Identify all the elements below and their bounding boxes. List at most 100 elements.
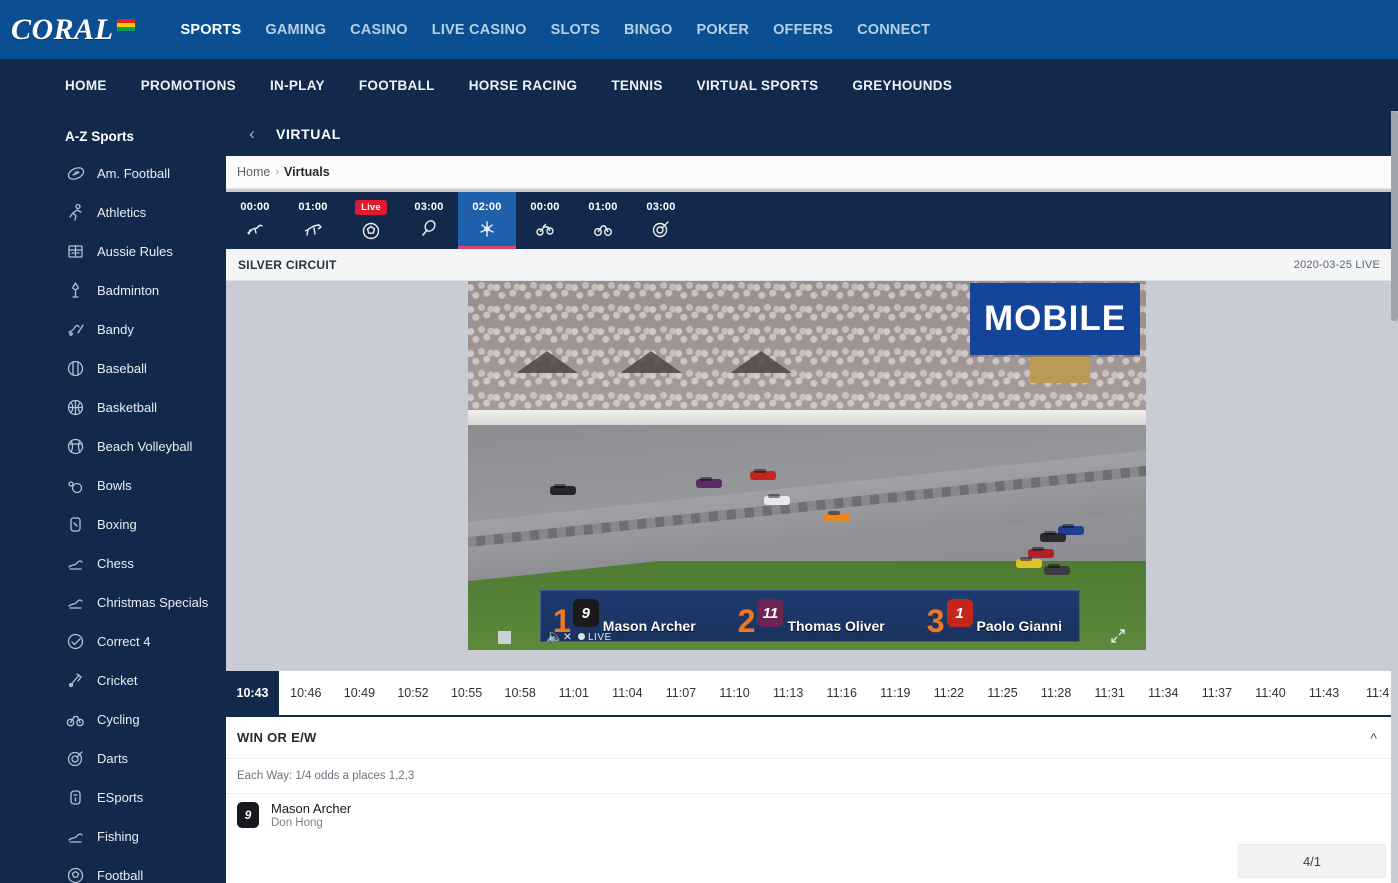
meeting-date: 2020-03-25 bbox=[1293, 258, 1353, 271]
sidebar-item-beach-volleyball[interactable]: Beach Volleyball bbox=[48, 427, 226, 466]
race-time-1119[interactable]: 11:19 bbox=[869, 671, 923, 715]
top-nav-item-connect[interactable]: CONNECT bbox=[845, 22, 942, 38]
leaderboard-position: 3 bbox=[926, 602, 945, 639]
sidebar-item-bandy[interactable]: Bandy bbox=[48, 310, 226, 349]
sub-nav-item-virtual-sports[interactable]: VIRTUAL SPORTS bbox=[680, 78, 836, 93]
speedway-icon bbox=[534, 218, 556, 240]
sidebar-item-correct-4[interactable]: Correct 4 bbox=[48, 622, 226, 661]
sidebar-item-chess[interactable]: Chess bbox=[48, 544, 226, 583]
top-nav-item-casino[interactable]: CASINO bbox=[338, 22, 420, 38]
sidebar-item-christmas-specials[interactable]: Christmas Specials bbox=[48, 583, 226, 622]
race-time-1104[interactable]: 11:04 bbox=[601, 671, 655, 715]
sidebar-item-esports[interactable]: ESports bbox=[48, 778, 226, 817]
sidebar-item-am-football[interactable]: Am. Football bbox=[48, 154, 226, 193]
page-scrollbar[interactable] bbox=[1391, 111, 1398, 883]
sidebar-item-boxing[interactable]: Boxing bbox=[48, 505, 226, 544]
sidebar: A-Z Sports Am. Football Athletics Aussie R… bbox=[48, 111, 226, 883]
event-tab-6[interactable]: 01:00 bbox=[574, 192, 632, 249]
scrollbar-thumb[interactable] bbox=[1391, 111, 1398, 321]
event-tab-7[interactable]: 03:00 bbox=[632, 192, 690, 249]
race-time-1055[interactable]: 10:55 bbox=[440, 671, 494, 715]
race-time-1128[interactable]: 11:28 bbox=[1029, 671, 1083, 715]
top-nav-item-offers[interactable]: OFFERS bbox=[761, 22, 845, 38]
sub-nav-item-football[interactable]: FOOTBALL bbox=[342, 78, 452, 93]
race-time-1122[interactable]: 11:22 bbox=[922, 671, 976, 715]
race-time-1125[interactable]: 11:25 bbox=[976, 671, 1030, 715]
sub-nav-item-in-play[interactable]: IN-PLAY bbox=[253, 78, 342, 93]
sub-nav-item-tennis[interactable]: TENNIS bbox=[594, 78, 679, 93]
race-time-1140[interactable]: 11:40 bbox=[1244, 671, 1298, 715]
sidebar-item-badminton[interactable]: Badminton bbox=[48, 271, 226, 310]
event-tab-1[interactable]: 01:00 bbox=[284, 192, 342, 249]
sidebar-item-athletics[interactable]: Athletics bbox=[48, 193, 226, 232]
race-time-1143[interactable]: 11:43 bbox=[1297, 671, 1351, 715]
primary-nav: SPORTS GAMING CASINO LIVE CASINO SLOTS BINGO P… bbox=[169, 22, 943, 38]
event-tab-0[interactable]: 00:00 bbox=[226, 192, 284, 249]
sidebar-item-label: Fishing bbox=[97, 829, 139, 844]
race-time-1131[interactable]: 11:31 bbox=[1083, 671, 1137, 715]
boxing-icon bbox=[65, 514, 86, 535]
race-time-114[interactable]: 11:4 bbox=[1351, 671, 1392, 715]
brand-logo[interactable]: CORAL bbox=[11, 13, 135, 47]
race-time-1052[interactable]: 10:52 bbox=[386, 671, 440, 715]
leaderboard-position: 1 bbox=[553, 602, 571, 639]
sidebar-item-baseball[interactable]: Baseball bbox=[48, 349, 226, 388]
leaderboard-driver-name: Paolo Gianni bbox=[976, 618, 1063, 634]
race-time-1137[interactable]: 11:37 bbox=[1190, 671, 1244, 715]
breadcrumb-home[interactable]: Home bbox=[237, 165, 270, 179]
sub-nav-item-promotions[interactable]: PROMOTIONS bbox=[124, 78, 253, 93]
event-tab-5[interactable]: 00:00 bbox=[516, 192, 574, 249]
secondary-nav: HOME PROMOTIONS IN-PLAY FOOTBALL HORSE RACIN… bbox=[48, 59, 1398, 111]
top-nav-item-poker[interactable]: POKER bbox=[685, 22, 762, 38]
race-time-1058[interactable]: 10:58 bbox=[493, 671, 547, 715]
race-time-1046[interactable]: 10:46 bbox=[279, 671, 333, 715]
top-nav-item-live-casino[interactable]: LIVE CASINO bbox=[420, 22, 539, 38]
market-header[interactable]: WIN OR E/W ^ bbox=[226, 717, 1392, 759]
sidebar-item-bowls[interactable]: Bowls bbox=[48, 466, 226, 505]
page-title: VIRTUAL bbox=[276, 125, 341, 142]
sidebar-item-cycling[interactable]: Cycling bbox=[48, 700, 226, 739]
runner-list: 9 Mason Archer Don Hong 4/1 bbox=[226, 794, 1392, 878]
sidebar-item-label: Basketball bbox=[97, 400, 157, 415]
meeting-meta: 2020-03-25 LIVE bbox=[1294, 259, 1380, 271]
top-nav-item-bingo[interactable]: BINGO bbox=[612, 22, 685, 38]
main-panel: ‹ VIRTUAL Home › Virtuals 00:00 01:00 Live… bbox=[226, 111, 1392, 883]
race-time-1043[interactable]: 10:43 bbox=[226, 671, 279, 715]
race-time-1116[interactable]: 11:16 bbox=[815, 671, 869, 715]
event-tab-3[interactable]: 03:00 bbox=[400, 192, 458, 249]
race-time-1049[interactable]: 10:49 bbox=[333, 671, 387, 715]
sidebar-item-label: Cycling bbox=[97, 712, 140, 727]
chess-icon bbox=[65, 553, 86, 574]
sidebar-item-label: Bowls bbox=[97, 478, 132, 493]
sidebar-item-label: Aussie Rules bbox=[97, 244, 173, 259]
sub-nav-item-horse-racing[interactable]: HORSE RACING bbox=[452, 78, 595, 93]
odds-button[interactable]: 4/1 bbox=[1238, 844, 1386, 878]
sidebar-item-aussie-rules[interactable]: Aussie Rules bbox=[48, 232, 226, 271]
event-tab-4[interactable]: 02:00 bbox=[458, 192, 516, 249]
chevron-up-icon[interactable]: ^ bbox=[1370, 730, 1377, 746]
video-player[interactable]: MOBILE 1 9 Mason Archer 2 11 Thomas Oliv… bbox=[468, 281, 1146, 650]
race-time-1113[interactable]: 11:13 bbox=[761, 671, 815, 715]
sidebar-item-label: Boxing bbox=[97, 517, 137, 532]
race-time-1110[interactable]: 11:10 bbox=[708, 671, 762, 715]
sidebar-item-football[interactable]: Football bbox=[48, 856, 226, 883]
top-nav-item-slots[interactable]: SLOTS bbox=[539, 22, 612, 38]
chevron-left-icon[interactable]: ‹ bbox=[240, 124, 264, 144]
top-nav-item-gaming[interactable]: GAMING bbox=[253, 22, 338, 38]
sidebar-item-fishing[interactable]: Fishing bbox=[48, 817, 226, 856]
sub-nav-item-home[interactable]: HOME bbox=[48, 78, 124, 93]
sidebar-item-cricket[interactable]: Cricket bbox=[48, 661, 226, 700]
race-time-strip: 10:43 10:46 10:49 10:52 10:55 10:58 11:01 11:04… bbox=[226, 671, 1392, 717]
sub-nav-item-greyhounds[interactable]: GREYHOUNDS bbox=[835, 78, 969, 93]
top-nav-item-sports[interactable]: SPORTS bbox=[169, 22, 254, 38]
sidebar-item-basketball[interactable]: Basketball bbox=[48, 388, 226, 427]
race-time-1101[interactable]: 11:01 bbox=[547, 671, 601, 715]
event-tab-2[interactable]: Live bbox=[342, 192, 400, 249]
leaderboard-car-number: 1 bbox=[946, 599, 973, 627]
sidebar-item-darts[interactable]: Darts bbox=[48, 739, 226, 778]
leaderboard-entry: 2 11 Thomas Oliver bbox=[738, 599, 885, 637]
race-time-1134[interactable]: 11:34 bbox=[1137, 671, 1191, 715]
bowls-icon bbox=[65, 475, 86, 496]
race-time-1107[interactable]: 11:07 bbox=[654, 671, 708, 715]
event-tab-time: 00:00 bbox=[530, 201, 560, 213]
